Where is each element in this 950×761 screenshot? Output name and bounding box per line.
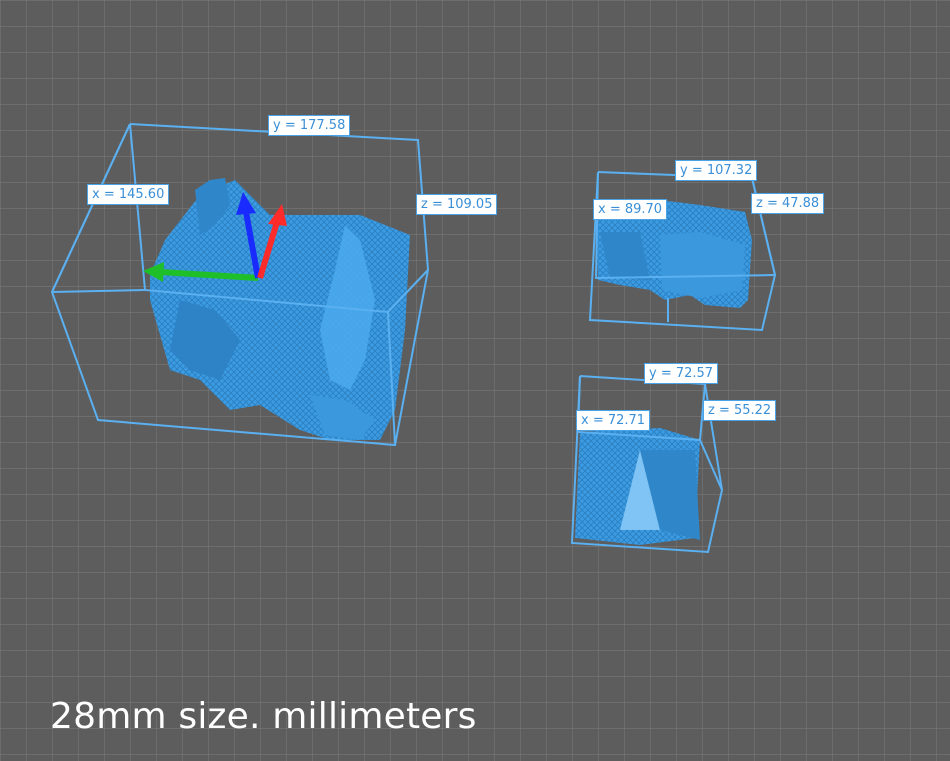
small-model-y-dimension: y = 72.57 [644, 363, 719, 384]
medium-model-x-dimension: x = 89.70 [593, 199, 668, 220]
large-model-z-dimension: z = 109.05 [416, 194, 498, 215]
3d-viewport[interactable] [0, 0, 950, 761]
large-model-y-dimension: y = 177.58 [268, 115, 351, 136]
small-model-x-dimension: x = 72.71 [576, 410, 651, 431]
medium-model-z-dimension: z = 47.88 [751, 193, 825, 214]
size-caption: 28mm size. millimeters [50, 696, 477, 737]
large-model-x-dimension: x = 145.60 [87, 184, 170, 205]
small-model-z-dimension: z = 55.22 [703, 400, 777, 421]
medium-model-y-dimension: y = 107.32 [675, 160, 758, 181]
grid-floor [0, 0, 950, 761]
small-model-mesh[interactable] [575, 428, 700, 545]
